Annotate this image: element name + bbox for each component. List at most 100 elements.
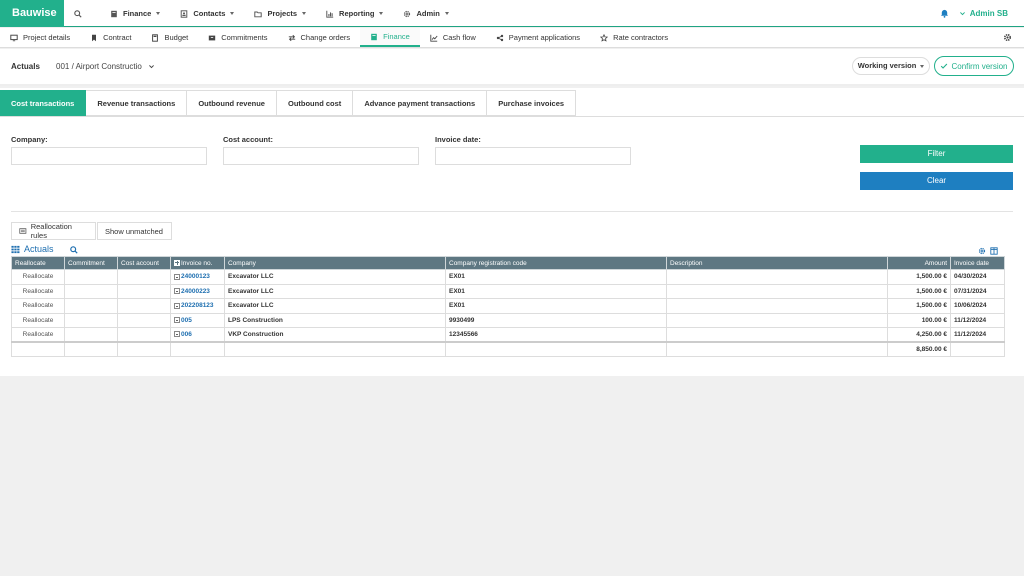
tab-outbound-cost[interactable]: Outbound cost: [276, 90, 354, 116]
star-icon: [600, 33, 609, 42]
actuals-table: Reallocate Commitment Cost account Invoi…: [11, 256, 1005, 357]
exchange-icon: [288, 34, 295, 41]
show-unmatched-button[interactable]: Show unmatched: [97, 222, 172, 240]
topnav-finance[interactable]: Finance: [100, 0, 170, 27]
reallocate-button[interactable]: Reallocate: [11, 327, 65, 343]
line-chart-icon: [430, 34, 438, 42]
col-company[interactable]: Company: [224, 256, 446, 270]
invoice-no-link[interactable]: 202208123: [181, 302, 214, 309]
amount-cell: 1,500.00 €: [887, 298, 951, 314]
invoice-no-link[interactable]: 24000123: [181, 273, 210, 280]
brand-logo[interactable]: Bauwise: [0, 0, 64, 27]
folder-icon: [254, 11, 263, 17]
topnav-contacts[interactable]: Contacts: [170, 0, 244, 27]
reallocate-button[interactable]: Reallocate: [11, 312, 65, 328]
col-invoice-no[interactable]: Invoice no.: [170, 256, 225, 270]
reallocate-button[interactable]: Reallocate: [11, 298, 65, 314]
col-reallocate[interactable]: Reallocate: [11, 256, 65, 270]
description-cell: [666, 327, 888, 343]
gear-icon[interactable]: [1003, 33, 1012, 42]
project-selector[interactable]: 001 / Airport Constructio: [56, 62, 155, 71]
invoice-date-input[interactable]: [435, 147, 631, 165]
reg-code-cell: EX01: [445, 298, 667, 314]
invoice-no-cell[interactable]: 24000223: [170, 283, 225, 299]
cost-account-input[interactable]: [223, 147, 419, 165]
global-search-button[interactable]: [64, 0, 92, 27]
bell-icon[interactable]: [940, 9, 949, 18]
invoice-no-cell[interactable]: 202208123: [170, 298, 225, 314]
expand-row-icon[interactable]: [174, 331, 180, 338]
topnav-label: Projects: [267, 9, 298, 18]
subnav-payment-applications[interactable]: Payment applications: [486, 28, 590, 47]
commitment-cell: [64, 269, 118, 285]
tab-outbound-revenue[interactable]: Outbound revenue: [187, 90, 277, 116]
tab-cost-transactions[interactable]: Cost transactions: [0, 90, 87, 116]
invoice-date-cell: 04/30/2024: [950, 269, 1005, 285]
page-title: Actuals: [11, 62, 40, 71]
col-amount[interactable]: Amount: [887, 256, 951, 270]
expand-row-icon[interactable]: [174, 273, 180, 280]
subnav-budget[interactable]: Budget: [141, 28, 198, 47]
topnav-label: Reporting: [339, 9, 375, 18]
invoice-no-link[interactable]: 005: [181, 317, 192, 324]
subnav-project-details[interactable]: Project details: [0, 28, 80, 47]
subnav-cash-flow[interactable]: Cash flow: [420, 28, 486, 47]
subnav-change-orders[interactable]: Change orders: [278, 28, 361, 47]
chevron-down-icon: [959, 12, 965, 16]
archive-icon: [209, 35, 216, 40]
commitment-cell: [64, 312, 118, 328]
subnav-rate-contractors[interactable]: Rate contractors: [590, 28, 678, 47]
subnav-contract[interactable]: Contract: [80, 28, 141, 47]
col-company-registration-code[interactable]: Company registration code: [445, 256, 667, 270]
table-row: Reallocate 005 LPS Construction 9930499 …: [11, 312, 1005, 328]
clear-button[interactable]: Clear: [860, 172, 1013, 190]
invoice-date-cell: 10/06/2024: [950, 298, 1005, 314]
reallocation-rules-button[interactable]: Reallocation rules: [11, 222, 96, 240]
columns-icon[interactable]: [990, 247, 998, 255]
col-commitment[interactable]: Commitment: [64, 256, 118, 270]
subnav-label: Project details: [23, 33, 71, 42]
expand-all-icon[interactable]: [174, 259, 180, 266]
confirm-version-button[interactable]: Confirm version: [934, 56, 1014, 76]
reallocate-button[interactable]: Reallocate: [11, 283, 65, 299]
expand-row-icon[interactable]: [174, 317, 180, 324]
gear-icon[interactable]: [978, 247, 986, 255]
tab-advance-payment-transactions[interactable]: Advance payment transactions: [353, 90, 488, 116]
filter-button[interactable]: Filter: [860, 145, 1013, 163]
cost-account-label: Cost account:: [223, 135, 274, 144]
subnav-finance[interactable]: Finance: [360, 28, 420, 47]
company-cell: LPS Construction: [224, 312, 446, 328]
expand-row-icon[interactable]: [174, 302, 180, 309]
cost-account-cell: [117, 298, 171, 314]
invoice-no-link[interactable]: 24000223: [181, 288, 210, 295]
col-cost-account[interactable]: Cost account: [117, 256, 171, 270]
col-description[interactable]: Description: [666, 256, 888, 270]
user-menu[interactable]: Admin SB: [959, 9, 1008, 18]
invoice-no-cell[interactable]: 006: [170, 327, 225, 343]
search-icon[interactable]: [70, 246, 78, 254]
working-version-dropdown[interactable]: Working version: [852, 57, 930, 75]
tab-divider: [0, 116, 1024, 117]
subnav-label: Rate contractors: [613, 33, 669, 42]
address-book-icon: [181, 9, 188, 18]
reallocate-button[interactable]: Reallocate: [11, 269, 65, 285]
topnav-reporting[interactable]: Reporting: [316, 0, 393, 27]
subnav-label: Contract: [103, 33, 132, 42]
chevron-down-icon: [230, 12, 235, 15]
subnav-commitments[interactable]: Commitments: [198, 28, 277, 47]
total-empty-cell: [64, 341, 118, 357]
company-input[interactable]: [11, 147, 207, 165]
table-row: Reallocate 24000223 Excavator LLC EX01 1…: [11, 283, 1005, 299]
col-invoice-date[interactable]: Invoice date: [950, 256, 1005, 270]
tab-purchase-invoices[interactable]: Purchase invoices: [487, 90, 577, 116]
subnav-label: Budget: [164, 33, 189, 42]
tab-revenue-transactions[interactable]: Revenue transactions: [86, 90, 188, 116]
topnav-admin[interactable]: Admin: [393, 0, 458, 27]
invoice-no-cell[interactable]: 24000123: [170, 269, 225, 285]
topnav-projects[interactable]: Projects: [244, 0, 316, 27]
amount-cell: 4,250.00 €: [887, 327, 951, 343]
invoice-no-cell[interactable]: 005: [170, 312, 225, 328]
expand-row-icon[interactable]: [174, 288, 180, 295]
grid-icon: [11, 245, 20, 253]
invoice-no-link[interactable]: 006: [181, 331, 192, 338]
